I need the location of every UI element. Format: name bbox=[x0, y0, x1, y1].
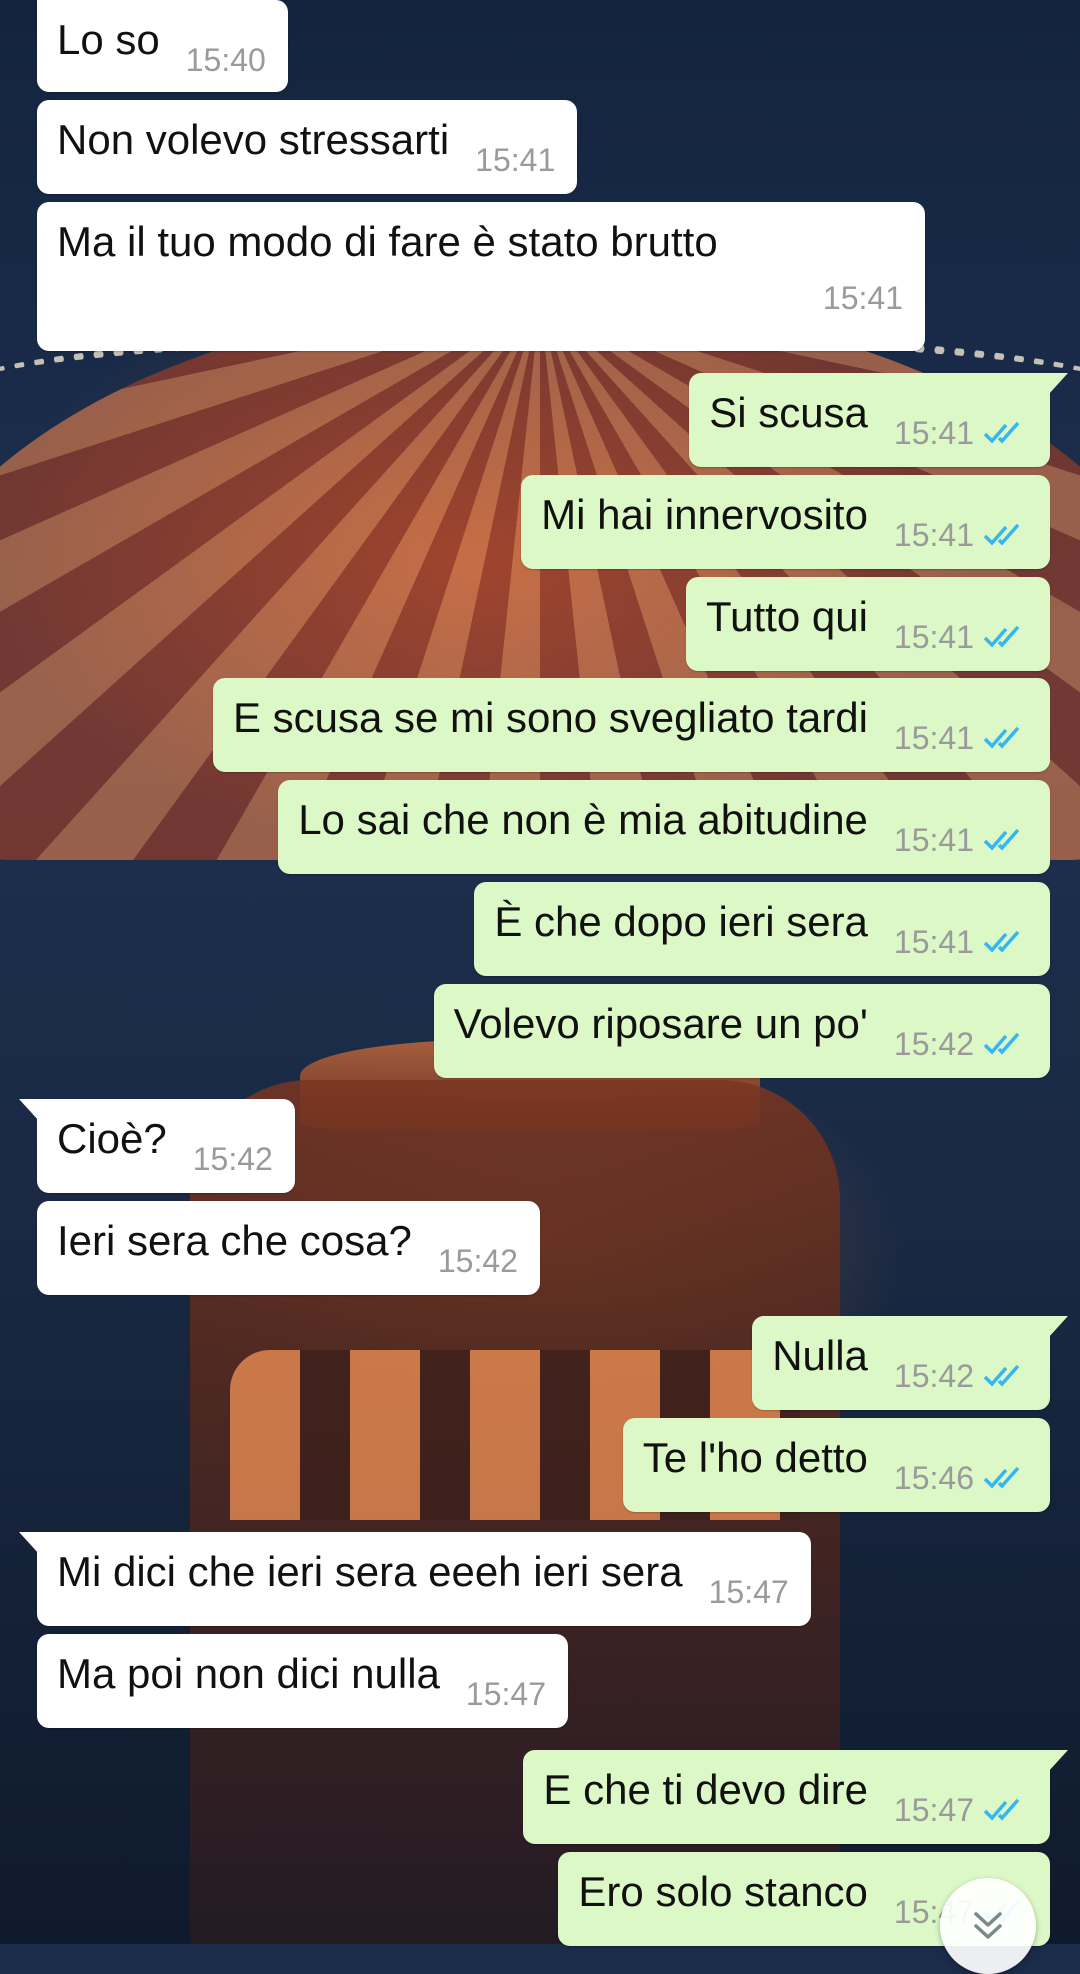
message-time: 15:41 bbox=[893, 517, 974, 553]
message-time: 15:40 bbox=[185, 42, 266, 78]
read-ticks-icon bbox=[983, 523, 1020, 546]
message-text: Lo so bbox=[57, 16, 160, 63]
read-ticks-icon bbox=[983, 1466, 1020, 1489]
read-ticks-icon bbox=[983, 625, 1020, 648]
message-text: Te l'ho detto bbox=[642, 1434, 868, 1481]
message-time: 15:42 bbox=[893, 1358, 974, 1394]
read-ticks-icon bbox=[983, 1032, 1020, 1055]
message-time: 15:41 bbox=[893, 619, 974, 655]
message-text: Volevo riposare un po' bbox=[453, 1000, 868, 1047]
message-time: 15:41 bbox=[893, 415, 974, 451]
outgoing-message[interactable]: E che ti devo dire 15:47 bbox=[523, 1750, 1068, 1844]
message-meta: 15:41 bbox=[894, 922, 1028, 962]
message-text: Lo sai che non è mia abitudine bbox=[298, 796, 868, 843]
message-text: Mi hai innervosito bbox=[541, 491, 868, 538]
message-time: 15:41 bbox=[893, 924, 974, 960]
message-text: Ieri sera che cosa? bbox=[57, 1217, 412, 1264]
message-time: 15:46 bbox=[893, 1460, 974, 1496]
message-text: Mi dici che ieri sera eeeh ieri sera bbox=[57, 1548, 683, 1595]
read-ticks-icon bbox=[983, 726, 1020, 749]
message-time: 15:47 bbox=[893, 1792, 974, 1828]
outgoing-message[interactable]: È che dopo ieri sera 15:41 bbox=[474, 882, 1050, 976]
read-ticks-icon bbox=[983, 1798, 1020, 1821]
message-meta: 15:41 bbox=[894, 718, 1028, 758]
message-time: 15:42 bbox=[893, 1026, 974, 1062]
outgoing-message[interactable]: Mi hai innervosito 15:41 bbox=[521, 475, 1050, 569]
incoming-message[interactable]: Mi dici che ieri sera eeeh ieri sera 15:4… bbox=[19, 1532, 811, 1626]
message-time: 15:41 bbox=[893, 822, 974, 858]
incoming-message[interactable]: Lo so 15:40 bbox=[37, 0, 288, 92]
message-meta: 15:42 bbox=[894, 1356, 1028, 1396]
incoming-message[interactable]: Cioè? 15:42 bbox=[19, 1099, 295, 1193]
message-text: Tutto qui bbox=[706, 593, 868, 640]
message-meta: 15:46 bbox=[894, 1458, 1028, 1498]
message-text: È che dopo ieri sera bbox=[494, 898, 868, 945]
outgoing-message[interactable]: Volevo riposare un po' 15:42 bbox=[433, 984, 1050, 1078]
message-list[interactable]: Lo so 15:40 Non volevo stressarti 15:41 Ma… bbox=[0, 0, 1080, 1946]
message-text: Ero solo stanco bbox=[578, 1868, 868, 1915]
read-ticks-icon bbox=[983, 421, 1020, 444]
incoming-message[interactable]: Non volevo stressarti 15:41 bbox=[37, 100, 578, 194]
scroll-to-bottom-button[interactable] bbox=[940, 1878, 1036, 1974]
incoming-message[interactable]: Ma il tuo modo di fare è stato brutto 15:… bbox=[37, 202, 925, 351]
outgoing-message[interactable]: Te l'ho detto 15:46 bbox=[622, 1418, 1050, 1512]
message-text: Si scusa bbox=[709, 389, 868, 436]
read-ticks-icon bbox=[983, 828, 1020, 851]
message-time: 15:47 bbox=[465, 1676, 546, 1712]
outgoing-message[interactable]: Lo sai che non è mia abitudine 15:41 bbox=[278, 780, 1050, 874]
message-time: 15:47 bbox=[708, 1574, 789, 1610]
message-time: 15:42 bbox=[437, 1243, 518, 1279]
outgoing-message[interactable]: Tutto qui 15:41 bbox=[686, 577, 1050, 671]
message-text: E scusa se mi sono svegliato tardi bbox=[232, 694, 868, 741]
message-time: 15:41 bbox=[822, 280, 903, 316]
message-text: Cioè? bbox=[57, 1115, 167, 1162]
message-text: E che ti devo dire bbox=[543, 1766, 868, 1813]
message-time: 15:42 bbox=[192, 1141, 273, 1177]
message-time: 15:41 bbox=[893, 720, 974, 756]
message-text: Ma poi non dici nulla bbox=[57, 1650, 440, 1697]
message-meta: 15:47 bbox=[894, 1790, 1028, 1830]
outgoing-message[interactable]: E scusa se mi sono svegliato tardi 15:41 bbox=[212, 678, 1050, 772]
double-chevron-down-icon bbox=[974, 1912, 1002, 1939]
message-meta: 15:42 bbox=[894, 1024, 1028, 1064]
incoming-message[interactable]: Ma poi non dici nulla 15:47 bbox=[37, 1634, 568, 1728]
incoming-message[interactable]: Ieri sera che cosa? 15:42 bbox=[37, 1201, 540, 1295]
message-meta: 15:41 bbox=[894, 617, 1028, 657]
message-meta: 15:41 bbox=[894, 515, 1028, 555]
outgoing-message[interactable]: Si scusa 15:41 bbox=[689, 373, 1068, 467]
message-text: Non volevo stressarti bbox=[57, 116, 450, 163]
read-ticks-icon bbox=[983, 930, 1020, 953]
message-meta: 15:41 bbox=[894, 820, 1028, 860]
read-ticks-icon bbox=[983, 1364, 1020, 1387]
outgoing-message[interactable]: Nulla 15:42 bbox=[752, 1316, 1068, 1410]
message-text: Nulla bbox=[772, 1332, 868, 1379]
message-text: Ma il tuo modo di fare è stato brutto bbox=[57, 218, 718, 265]
message-time: 15:41 bbox=[475, 142, 556, 178]
message-meta: 15:41 bbox=[894, 413, 1028, 453]
